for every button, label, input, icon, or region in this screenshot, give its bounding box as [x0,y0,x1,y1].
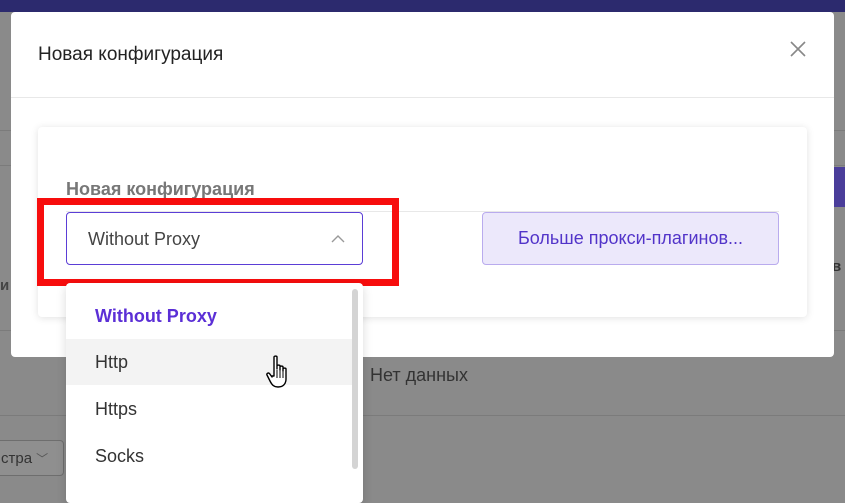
background-top-bar [0,0,845,12]
close-icon[interactable] [787,38,809,60]
page-size-label: стра [1,450,33,467]
dropdown-option-socks[interactable]: Socks [66,433,354,479]
dropdown-option-http[interactable]: Http [66,339,354,385]
modal-header: Новая конфигурация [11,12,834,98]
empty-state-text: Нет данных [370,365,468,385]
background-header-fragment: и [0,277,10,294]
dropdown-option-https[interactable]: Https [66,386,354,432]
highlight-annotation [37,198,399,286]
chevron-down-icon: ﹀ [36,452,49,466]
proxy-type-dropdown: Without Proxy Http Https Socks [66,283,363,503]
page-size-select: стра ﹀ [0,440,64,476]
modal-title: Новая конфигурация [38,44,224,65]
dropdown-option-without-proxy[interactable]: Without Proxy [66,293,354,339]
more-proxy-plugins-button[interactable]: Больше прокси-плагинов... [482,212,779,265]
card-title: Новая конфигурация [66,179,255,199]
dropdown-scrollbar[interactable] [352,289,358,469]
hand-pointer-cursor-icon [266,355,292,389]
